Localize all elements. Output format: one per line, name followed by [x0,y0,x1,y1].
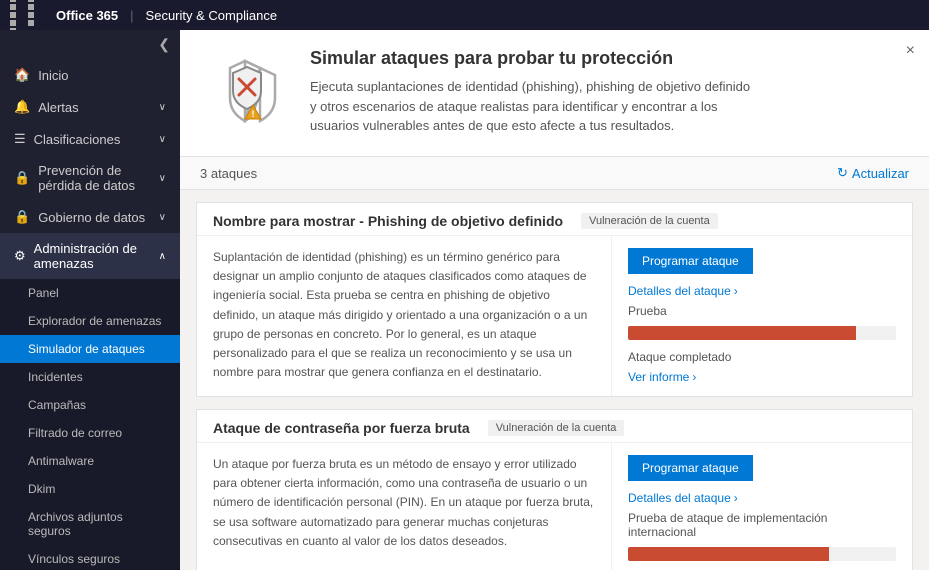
sidebar-submenu: Panel Explorador de amenazas Simulador d… [0,279,180,570]
program-attack-button-1[interactable]: Programar ataque [628,248,753,274]
sidebar-item-alertas[interactable]: 🔔 Alertas ∨ [0,91,180,123]
sidebar-sub-campanas[interactable]: Campañas [0,391,180,419]
chevron-gobierno: ∨ [159,212,166,223]
sidebar-label-prevencion: Prevención de pérdida de datos [38,163,158,193]
section-name: Security & Compliance [146,8,278,23]
details-label-2: Detalles del ataque [628,491,731,505]
chevron-prevencion: ∨ [159,173,166,184]
gov-lock-icon: 🔒 [14,209,30,225]
attack-card-2: Ataque de contraseña por fuerza bruta Vu… [196,409,913,570]
attacks-count: 3 ataques [200,166,257,181]
sidebar-sub-filtrado[interactable]: Filtrado de correo [0,419,180,447]
details-chevron-1: › [734,284,738,298]
banner-description: Ejecuta suplantaciones de identidad (phi… [310,77,760,136]
progress-fill-1 [628,326,856,340]
svg-text:!: ! [252,109,255,119]
layout: ❮ 🏠 Inicio 🔔 Alertas ∨ ☰ Clasificaciones… [0,30,929,570]
banner-icon-area: ! [200,48,290,138]
attack-card-2-body: Un ataque por fuerza bruta es un método … [197,443,912,570]
refresh-button[interactable]: ↻ Actualizar [837,165,909,181]
banner: ! Simular ataques para probar tu protecc… [180,30,929,157]
attack-card-1-header: Nombre para mostrar - Phishing de objeti… [197,203,912,236]
topbar: Office 365 | Security & Compliance [0,0,929,30]
banner-text-area: Simular ataques para probar tu protecció… [310,48,909,136]
sidebar-sub-archivos[interactable]: Archivos adjuntos seguros [0,503,180,545]
details-link-1[interactable]: Detalles del ataque › [628,284,738,298]
chevron-alertas: ∨ [159,102,166,113]
progress-bar-2 [628,547,896,561]
sidebar-item-amenazas[interactable]: ⚙ Administración de amenazas ∧ [0,233,180,279]
attack-card-2-header: Ataque de contraseña por fuerza bruta Vu… [197,410,912,443]
sidebar-sub-panel[interactable]: Panel [0,279,180,307]
attack-card-2-badge: Vulneración de la cuenta [488,420,625,436]
sidebar-item-clasificaciones[interactable]: ☰ Clasificaciones ∨ [0,123,180,155]
refresh-label: Actualizar [852,166,909,181]
attack-card-2-actions: Programar ataque Detalles del ataque › P… [612,443,912,570]
lock-icon: 🔒 [14,170,30,186]
content-area: 3 ataques ↻ Actualizar Nombre para mostr… [180,157,929,570]
attacks-bar: 3 ataques ↻ Actualizar [180,157,929,190]
program-attack-button-2[interactable]: Programar ataque [628,455,753,481]
view-report-label-1: Ver informe [628,370,689,384]
sidebar-label-amenazas: Administración de amenazas [34,241,159,271]
app-name: Office 365 [56,8,118,23]
progress-bar-1 [628,326,896,340]
sidebar-item-prevencion[interactable]: 🔒 Prevención de pérdida de datos ∨ [0,155,180,201]
refresh-icon: ↻ [837,165,848,181]
sidebar-item-inicio[interactable]: 🏠 Inicio [0,59,180,91]
sidebar-label-alertas: Alertas [38,100,78,115]
sidebar-sub-antimalware[interactable]: Antimalware [0,447,180,475]
sidebar-sub-dkim[interactable]: Dkim [0,475,180,503]
progress-fill-2 [628,547,829,561]
attack-card-1-desc: Suplantación de identidad (phishing) es … [197,236,612,396]
attack-card-1-actions: Programar ataque Detalles del ataque › P… [612,236,912,396]
attack-status-1: Ataque completado [628,350,896,364]
attack-card-2-title: Ataque de contraseña por fuerza bruta [213,420,470,436]
home-icon: 🏠 [14,67,30,83]
attack-card-1-title: Nombre para mostrar - Phishing de objeti… [213,213,563,229]
sidebar-sub-simulador[interactable]: Simulador de ataques [0,335,180,363]
sidebar-collapse-btn[interactable]: ❮ [0,30,180,59]
sidebar-label-clasificaciones: Clasificaciones [34,132,121,147]
collapse-icon[interactable]: ❮ [158,36,170,53]
sidebar-label-gobierno: Gobierno de datos [38,210,145,225]
chevron-amenazas: ∧ [159,251,166,262]
test-label-2: Prueba de ataque de implementación inter… [628,511,896,539]
list-icon: ☰ [14,131,26,147]
attack-simulation-icon: ! [205,53,285,133]
gear-icon: ⚙ [14,248,26,264]
sidebar-item-gobierno[interactable]: 🔒 Gobierno de datos ∨ [0,201,180,233]
chevron-clasificaciones: ∨ [159,134,166,145]
test-label-1: Prueba [628,304,896,318]
app-grid-icon [10,0,44,34]
attack-card-1-badge: Vulneración de la cuenta [581,213,718,229]
details-chevron-2: › [734,491,738,505]
sidebar: ❮ 🏠 Inicio 🔔 Alertas ∨ ☰ Clasificaciones… [0,30,180,570]
banner-close-button[interactable]: × [906,42,915,60]
attack-card-2-desc: Un ataque por fuerza bruta es un método … [197,443,612,570]
attack-card-1-body: Suplantación de identidad (phishing) es … [197,236,912,396]
topbar-divider: | [130,8,133,23]
sidebar-sub-explorador[interactable]: Explorador de amenazas [0,307,180,335]
sidebar-label-inicio: Inicio [38,68,68,83]
sidebar-sub-vinculos[interactable]: Vínculos seguros [0,545,180,570]
main-area: ! Simular ataques para probar tu protecc… [180,30,929,570]
view-report-link-1[interactable]: Ver informe › [628,370,896,384]
details-label-1: Detalles del ataque [628,284,731,298]
attack-card-1: Nombre para mostrar - Phishing de objeti… [196,202,913,397]
sidebar-sub-incidentes[interactable]: Incidentes [0,363,180,391]
banner-title: Simular ataques para probar tu protecció… [310,48,909,69]
details-link-2[interactable]: Detalles del ataque › [628,491,738,505]
bell-icon: 🔔 [14,99,30,115]
view-report-chevron-1: › [692,370,696,384]
